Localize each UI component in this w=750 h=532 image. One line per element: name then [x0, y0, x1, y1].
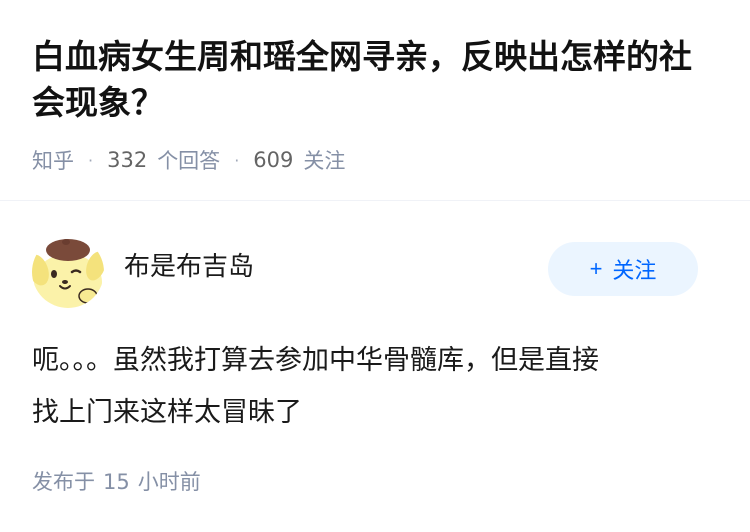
author-name[interactable]: 布是布吉岛 — [124, 249, 254, 285]
answer-line: 呃。。。虽然我打算去参加中华骨髓库，但是直接 — [32, 345, 599, 376]
separator-dot: · — [88, 150, 94, 170]
answer-line: 找上门来这样太冒昧了 — [32, 397, 302, 428]
publish-value: 15 — [103, 470, 130, 494]
publish-time: 发布于 15 小时前 — [32, 466, 201, 496]
pompompurin-avatar-icon[interactable] — [32, 236, 104, 308]
follower-count: 609 — [253, 148, 294, 172]
plus-icon: + — [589, 256, 603, 281]
follow-button-label: 关注 — [612, 258, 657, 283]
answer-count-label: 个回答 — [157, 149, 221, 173]
publish-unit: 小时前 — [137, 470, 201, 494]
separator-dot: · — [234, 150, 240, 170]
question-title[interactable]: 白血病女生周和瑶全网寻亲，反映出怎样的社会现象？ — [32, 34, 722, 126]
source-label[interactable]: 知乎 — [32, 145, 74, 175]
publish-label: 发布于 — [32, 470, 95, 494]
follower-count-label: 关注 — [303, 149, 346, 173]
answer-count: 332 — [107, 148, 148, 172]
question-header: 白血病女生周和瑶全网寻亲，反映出怎样的社会现象？ 知乎 · 332 个回答 · … — [0, 0, 750, 200]
question-meta: 知乎 · 332 个回答 · 609 关注 — [32, 145, 345, 175]
answer-card: 布是布吉岛 + 关注 呃。。。虽然我打算去参加中华骨髓库，但是直接 找上门来这样… — [0, 201, 750, 532]
follow-button[interactable]: + 关注 — [548, 242, 698, 296]
answer-content[interactable]: 呃。。。虽然我打算去参加中华骨髓库，但是直接 找上门来这样太冒昧了 — [32, 335, 722, 439]
